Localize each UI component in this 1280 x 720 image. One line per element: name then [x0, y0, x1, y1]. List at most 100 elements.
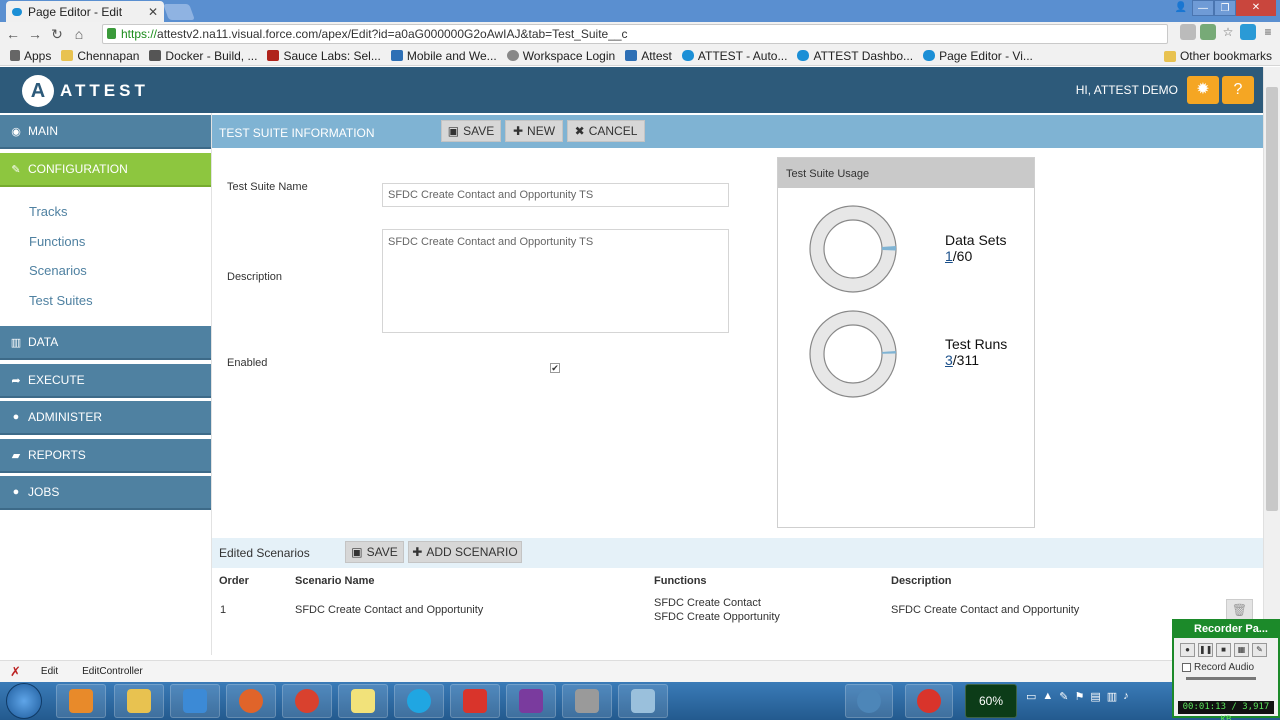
bookmark-attest-auto[interactable]: ATTEST - Auto... — [681, 49, 787, 63]
column-header-order[interactable]: Order — [219, 575, 249, 587]
devbar-item-edit[interactable]: Edit — [41, 666, 58, 677]
sidebar-item-scenarios[interactable]: Scenarios — [29, 263, 87, 278]
sidebar-item-test-suites[interactable]: Test Suites — [29, 293, 93, 308]
close-tab-icon[interactable]: ✕ — [148, 5, 158, 19]
save-button[interactable]: ▣ SAVE — [441, 120, 501, 142]
bookmark-sauce-labs[interactable]: Sauce Labs: Sel... — [267, 49, 381, 63]
bookmark-attest[interactable]: Attest — [625, 49, 672, 63]
back-icon[interactable]: ← — [2, 26, 24, 42]
tray-device-icon[interactable]: ▤ — [1090, 690, 1100, 703]
test-runs-used[interactable]: 3 — [945, 352, 953, 368]
maximize-button[interactable]: ❐ — [1214, 0, 1236, 16]
browser-tab-bar: Page Editor - Edit ✕ 👤 — ❐ ✕ — [0, 0, 1280, 22]
attest-logo[interactable]: A ATTEST — [22, 75, 149, 107]
record-audio-checkbox[interactable] — [1182, 663, 1191, 672]
data-sets-used[interactable]: 1 — [945, 248, 953, 264]
data-sets-total: /60 — [952, 248, 973, 264]
home-icon[interactable]: ⌂ — [68, 26, 90, 42]
pen-button[interactable]: ✎ — [1252, 643, 1267, 657]
taskbar-network-app[interactable] — [845, 684, 893, 718]
enabled-checkbox[interactable]: ✔ — [550, 363, 560, 373]
test-suite-name-input[interactable]: SFDC Create Contact and Opportunity TS — [382, 183, 729, 207]
minimize-button[interactable]: — — [1192, 0, 1214, 16]
user-greeting[interactable]: HI, ATTEST DEMO — [1076, 83, 1178, 97]
bookmark-chennapan[interactable]: Chennapan — [61, 49, 139, 63]
scrollbar-thumb[interactable] — [1266, 87, 1278, 511]
bookmark-workspace-login[interactable]: Workspace Login — [506, 49, 615, 63]
pause-button[interactable]: ❚❚ — [1198, 643, 1213, 657]
taskbar-chrome[interactable] — [282, 684, 332, 718]
menu-icon[interactable]: ≡ — [1260, 24, 1276, 40]
record-button[interactable]: ● — [1180, 643, 1195, 657]
star-icon[interactable]: ☆ — [1220, 24, 1236, 40]
sidebar-item-data[interactable]: ▥ DATA — [0, 326, 211, 360]
bookmark-docker[interactable]: Docker - Build, ... — [149, 49, 257, 63]
other-bookmarks[interactable]: Other bookmarks — [1163, 49, 1272, 63]
row-scenario-name[interactable]: SFDC Create Contact and Opportunity — [295, 604, 483, 616]
sidebar-item-administer[interactable]: ● ADMINISTER — [0, 401, 211, 435]
description-textarea[interactable]: SFDC Create Contact and Opportunity TS — [382, 229, 729, 333]
start-button[interactable] — [6, 683, 42, 719]
extension-icon[interactable] — [1200, 24, 1216, 40]
recorder-panel: Recorder Pa... ● ❚❚ ■ ▦ ✎ Record Audio 0… — [1172, 619, 1280, 720]
tray-pen-icon[interactable]: ✎ — [1059, 690, 1068, 703]
delete-row-button[interactable]: 🗑 — [1226, 599, 1253, 621]
settings-button[interactable]: ✹ — [1187, 76, 1219, 104]
sidebar-item-configuration[interactable]: ✎ CONFIGURATION — [0, 153, 211, 187]
taskbar-database[interactable] — [562, 684, 612, 718]
record-audio-option[interactable]: Record Audio — [1182, 662, 1278, 673]
devbar-item-editcontroller[interactable]: EditController — [82, 666, 143, 677]
forward-icon[interactable]: → — [24, 26, 46, 42]
column-header-functions[interactable]: Functions — [654, 575, 707, 587]
row-function: SFDC Create Contact — [654, 597, 761, 609]
grid-button[interactable]: ▦ — [1234, 643, 1249, 657]
red-circle-icon — [917, 689, 941, 713]
tray-network-icon[interactable]: ▥ — [1107, 690, 1117, 703]
bookmark-attest-dashboard[interactable]: ATTEST Dashbo... — [797, 49, 913, 63]
new-button[interactable]: ✚ NEW — [505, 120, 563, 142]
taskbar-red-app[interactable] — [905, 684, 953, 718]
sidebar-item-execute[interactable]: ➦ EXECUTE — [0, 364, 211, 398]
bookmark-mobile[interactable]: Mobile and We... — [390, 49, 497, 63]
user-icon[interactable]: 👤 — [1170, 0, 1192, 16]
help-button[interactable]: ? — [1222, 76, 1254, 104]
save-scenarios-button[interactable]: ▣ SAVE — [345, 541, 404, 563]
close-window-button[interactable]: ✕ — [1236, 0, 1276, 16]
stop-button[interactable]: ■ — [1216, 643, 1231, 657]
taskbar-explorer[interactable] — [114, 684, 164, 718]
column-header-description[interactable]: Description — [891, 575, 952, 587]
taskbar-media-player[interactable] — [56, 684, 106, 718]
reload-icon[interactable]: ↻ — [46, 26, 68, 43]
new-tab-button[interactable] — [163, 4, 195, 20]
url-field[interactable]: https://attestv2.na11.visual.force.com/a… — [102, 24, 1168, 44]
taskbar-app-red[interactable] — [450, 684, 500, 718]
sidebar-item-functions[interactable]: Functions — [29, 234, 85, 249]
add-scenario-button[interactable]: ✚ ADD SCENARIO — [408, 541, 522, 563]
page-scrollbar[interactable] — [1263, 67, 1280, 656]
taskbar-notes[interactable] — [338, 684, 388, 718]
shield-icon[interactable] — [1180, 24, 1196, 40]
cancel-button[interactable]: ✖ CANCEL — [567, 120, 645, 142]
sidebar-item-main[interactable]: ◉ MAIN — [0, 115, 211, 149]
taskbar-app-pen[interactable] — [618, 684, 668, 718]
tray-chevron-icon[interactable]: ▲ — [1042, 690, 1053, 703]
tray-volume-icon[interactable]: ♪ — [1123, 690, 1129, 703]
browser-tab[interactable]: Page Editor - Edit ✕ — [6, 1, 164, 22]
taskbar-skype[interactable] — [394, 684, 444, 718]
sauce-labs-icon — [267, 50, 280, 61]
tray-battery-icon[interactable]: ▭ — [1026, 690, 1036, 703]
sidebar-item-reports[interactable]: ▰ REPORTS — [0, 439, 211, 473]
dev-x-icon[interactable]: ✗ — [10, 664, 21, 680]
volume-slider[interactable] — [1186, 677, 1256, 680]
sidebar-item-tracks[interactable]: Tracks — [29, 204, 68, 219]
taskbar-firefox[interactable] — [226, 684, 276, 718]
column-header-scenario-name[interactable]: Scenario Name — [295, 575, 374, 587]
taskbar-onenote[interactable] — [506, 684, 556, 718]
sidebar-item-jobs[interactable]: ● JOBS — [0, 476, 211, 510]
bookmark-page-editor[interactable]: Page Editor - Vi... — [923, 49, 1033, 63]
tray-flag-icon[interactable]: ⚑ — [1075, 690, 1085, 703]
bookmark-apps[interactable]: Apps — [10, 49, 51, 63]
taskbar-app-c[interactable] — [170, 684, 220, 718]
battery-indicator[interactable]: 60% — [965, 684, 1017, 718]
extension-c-icon[interactable] — [1240, 24, 1256, 40]
